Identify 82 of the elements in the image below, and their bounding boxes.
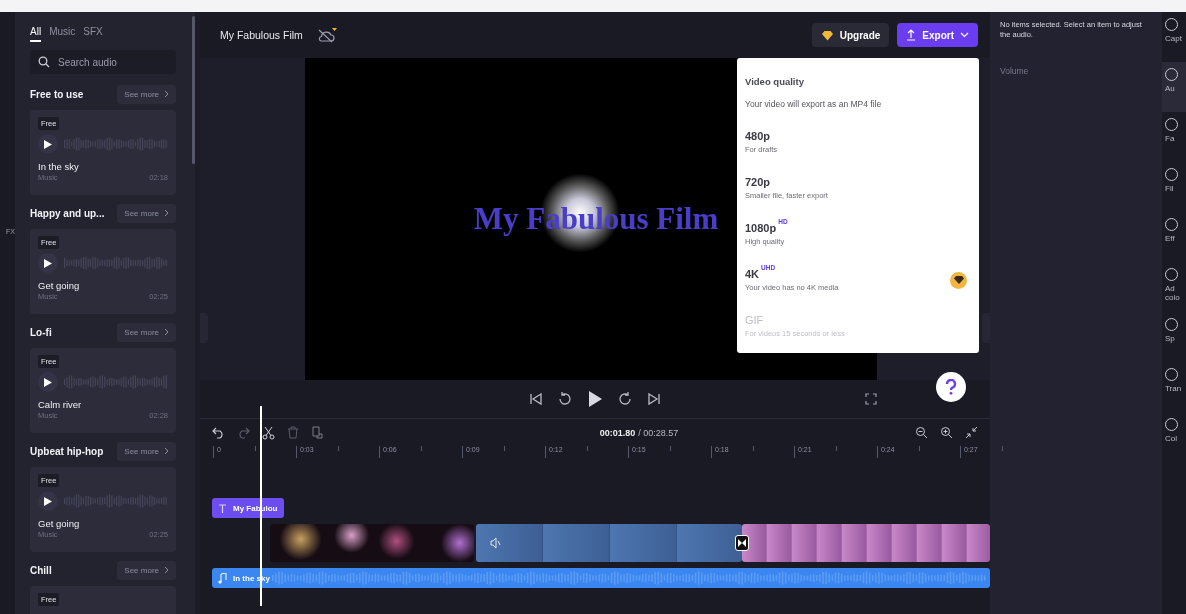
section-title: Lo-fi [30, 326, 52, 338]
see-more-button[interactable]: See more [117, 441, 176, 461]
rail-item[interactable]: Eff [1162, 212, 1186, 262]
rail-item[interactable]: Fil [1162, 162, 1186, 212]
section-title: Upbeat hip-hop [30, 445, 104, 457]
option-label[interactable]: 480p [745, 130, 771, 142]
section-title: Free to use [30, 88, 84, 100]
volume-label: Volume [1000, 66, 1030, 77]
option-label[interactable]: 720p [745, 176, 771, 188]
project-title[interactable]: My Fabulous Film [220, 29, 303, 41]
scissors-icon[interactable] [262, 425, 275, 440]
video-clip[interactable] [270, 524, 474, 562]
duplicate-icon[interactable] [311, 426, 323, 439]
upgrade-button[interactable]: Upgrade [811, 23, 890, 47]
play-button[interactable] [38, 253, 58, 273]
rail-item[interactable]: Tran [1162, 362, 1186, 412]
track-title: In the sky [38, 161, 80, 172]
video-clip[interactable] [742, 524, 990, 562]
see-more-button[interactable]: See more [117, 322, 176, 342]
rail-item[interactable]: Fa [1162, 112, 1186, 162]
chevron-icon [164, 328, 169, 336]
fit-icon[interactable] [965, 426, 978, 439]
rail-item[interactable]: Sp [1162, 312, 1186, 362]
track-title: Get going [38, 280, 81, 291]
speaker-icon [490, 537, 502, 549]
play-button[interactable] [38, 134, 58, 154]
chevron-icon [164, 447, 169, 455]
redo-icon[interactable] [237, 426, 250, 439]
menu-heading: Video quality [745, 76, 805, 87]
text-icon [218, 503, 227, 513]
play-button[interactable] [38, 372, 58, 392]
rail-item[interactable]: Capt [1162, 12, 1186, 62]
help-button[interactable] [936, 372, 966, 402]
chevron-icon [164, 209, 169, 217]
gem-icon [820, 29, 834, 41]
undo-icon[interactable] [212, 426, 225, 439]
skip-forward-icon[interactable] [647, 392, 661, 406]
bowtie-icon [737, 538, 747, 548]
play-icon [44, 496, 52, 506]
chevron-icon [164, 90, 169, 98]
tab[interactable]: All [30, 26, 42, 42]
menu-note: Your video will export as an MP4 file [745, 99, 883, 109]
search-field[interactable]: Search audio [30, 50, 176, 74]
total-time: / 00:28.57 [638, 427, 679, 438]
play-icon[interactable] [587, 390, 603, 408]
video-clip[interactable] [476, 524, 742, 562]
search-icon [38, 56, 50, 68]
track-title: Calm river [38, 399, 83, 410]
option-label[interactable]: 1080p [745, 222, 777, 234]
section-title: Chill [30, 564, 52, 576]
current-time: 00:01.80 [599, 427, 636, 438]
see-more-button[interactable]: See more [117, 560, 176, 580]
upload-icon [906, 29, 917, 41]
zoom-in-icon[interactable] [940, 426, 953, 439]
tab[interactable]: SFX [83, 26, 103, 42]
play-button[interactable] [38, 491, 58, 511]
fullscreen-icon[interactable] [865, 393, 877, 405]
cloud-off-icon [316, 26, 339, 44]
rail-item[interactable]: Ad colo [1162, 262, 1186, 312]
see-more-button[interactable]: See more [117, 84, 176, 104]
tab[interactable]: Music [49, 26, 76, 42]
rail-item[interactable]: Au [1162, 62, 1186, 112]
forward-icon[interactable] [617, 391, 633, 407]
export-button[interactable]: Export [897, 23, 978, 47]
skip-back-icon[interactable] [529, 392, 543, 406]
caret-icon [960, 32, 969, 38]
music-note-icon [218, 572, 227, 584]
scrollbar[interactable] [192, 16, 195, 164]
track-title: Get going [38, 518, 81, 529]
transition-button[interactable] [735, 535, 749, 551]
chevron-icon [164, 566, 169, 574]
play-icon [44, 377, 52, 387]
option-label[interactable]: 4K [745, 268, 760, 280]
play-icon [44, 139, 52, 149]
see-more-button[interactable]: See more [117, 203, 176, 223]
section-title: Happy and up... [30, 207, 105, 219]
rail-item[interactable]: Col [1162, 412, 1186, 462]
rewind-icon[interactable] [557, 391, 573, 407]
question-mark-icon [945, 379, 957, 395]
play-icon [44, 258, 52, 268]
option-label: GIF [745, 314, 764, 326]
zoom-out-icon[interactable] [915, 426, 928, 439]
